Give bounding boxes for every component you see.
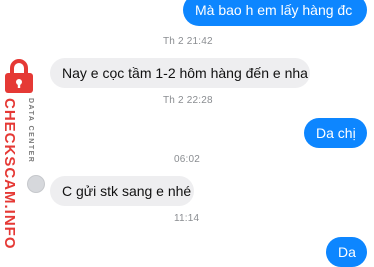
message-bubble-incoming[interactable]: Nay e cọc tầm 1-2 hôm hàng đến e nha [50, 58, 310, 88]
contact-avatar[interactable] [27, 175, 45, 193]
watermark-brand: CHECKSCAM.INFO [1, 98, 18, 250]
timestamp: Th 2 22:28 [163, 95, 213, 106]
message-text: Nay e cọc tầm 1-2 hôm hàng đến e nha [62, 64, 308, 81]
message-bubble-outgoing[interactable]: Da [326, 237, 367, 267]
timestamp: 11:14 [174, 213, 200, 224]
message-bubble-incoming[interactable]: C gửi stk sang e nhé [50, 176, 194, 206]
message-bubble-outgoing[interactable]: Da chị [304, 118, 367, 148]
message-text: C gửi stk sang e nhé [62, 182, 192, 199]
message-bubble-outgoing[interactable]: Mà bao h em lấy hàng đc [183, 0, 367, 26]
watermark-tagline: DATA CENTER [27, 98, 34, 164]
timestamp: 06:02 [174, 154, 201, 165]
lock-icon [5, 59, 33, 93]
message-text: Da [338, 243, 356, 260]
timestamp: Th 2 21:42 [163, 36, 213, 47]
message-text: Mà bao h em lấy hàng đc [195, 1, 353, 18]
message-text: Da chị [316, 124, 356, 141]
